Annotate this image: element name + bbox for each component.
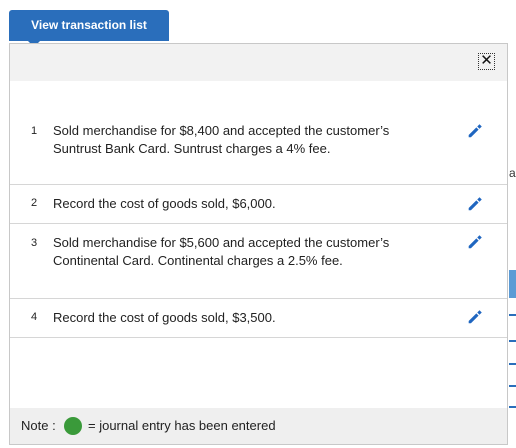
transaction-number: 1 (31, 125, 38, 137)
transaction-row-3: 3 Sold merchandise for $5,600 and accept… (10, 224, 507, 299)
transaction-number: 4 (31, 311, 38, 323)
background-edge-line (509, 406, 516, 408)
note-label: Note : (21, 418, 56, 433)
transaction-row-4: 4 Record the cost of goods sold, $3,500. (10, 299, 507, 338)
pencil-icon[interactable] (466, 233, 484, 251)
transaction-text: Record the cost of goods sold, $3,500. (53, 310, 276, 325)
background-edge-line (509, 314, 516, 316)
transaction-row-2: 2 Record the cost of goods sold, $6,000. (10, 185, 507, 224)
background-edge-block (509, 270, 516, 298)
panel-header: ✕ (10, 44, 507, 81)
pencil-icon[interactable] (466, 122, 484, 140)
transaction-text: Sold merchandise for $5,600 and accepted… (53, 235, 390, 268)
pencil-icon[interactable] (466, 308, 484, 326)
transaction-text: Record the cost of goods sold, $6,000. (53, 196, 276, 211)
transaction-number: 3 (31, 237, 38, 249)
background-edge-line (509, 385, 516, 387)
background-edge-line (509, 363, 516, 365)
transaction-row-1: 1 Sold merchandise for $8,400 and accept… (10, 116, 507, 185)
transaction-number: 2 (31, 197, 38, 209)
pencil-icon[interactable] (466, 195, 484, 213)
close-icon[interactable]: ✕ (478, 53, 495, 70)
transaction-list: 1 Sold merchandise for $8,400 and accept… (10, 116, 507, 338)
entered-status-dot (64, 417, 82, 435)
transaction-text: Sold merchandise for $8,400 and accepted… (53, 123, 390, 156)
legend-footer: Note : = journal entry has been entered (10, 408, 507, 444)
transaction-list-panel: ✕ 1 Sold merchandise for $8,400 and acce… (9, 43, 508, 445)
legend-text: = journal entry has been entered (88, 418, 276, 433)
view-transaction-list-button[interactable]: View transaction list (9, 10, 169, 41)
background-edge-line (509, 340, 516, 342)
background-edge-text: a (509, 166, 516, 180)
